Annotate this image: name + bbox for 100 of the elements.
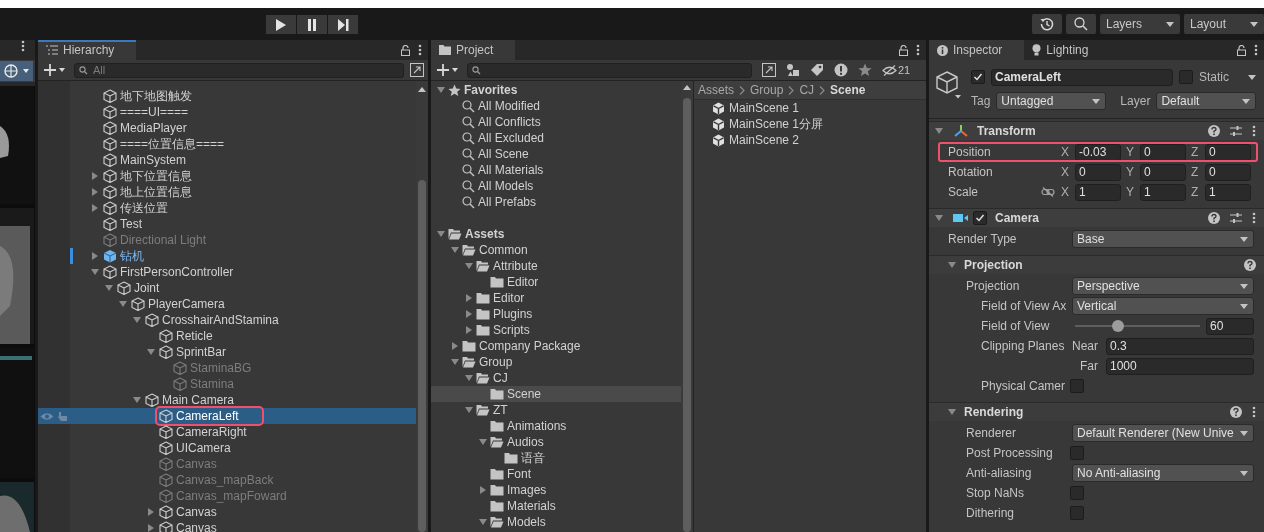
hidden-count-toggle[interactable]: 21 (882, 64, 911, 76)
pause-button[interactable] (297, 15, 327, 34)
scroll-up-icon[interactable] (418, 87, 426, 92)
hierarchy-item[interactable]: 地下位置信息 (120, 167, 192, 185)
shapes-icon[interactable] (786, 63, 800, 77)
selected-row[interactable]: CameraLeft (38, 408, 416, 424)
hierarchy-item[interactable]: 地下地图触发 (120, 87, 192, 105)
saved-search[interactable]: All Conflicts (478, 115, 541, 129)
triangle-right-icon[interactable] (147, 524, 155, 532)
dropdown[interactable]: No Anti-aliasing (1072, 464, 1254, 482)
triangle-right-icon[interactable] (91, 172, 99, 180)
triangle-down-icon[interactable] (91, 268, 99, 276)
folder-item[interactable]: Attribute (493, 259, 538, 273)
triangle-right-icon[interactable] (465, 326, 473, 334)
file-item[interactable]: MainScene 1 (729, 101, 800, 115)
add-button[interactable] (44, 64, 68, 76)
folder-item[interactable]: Materials (507, 499, 556, 513)
saved-search[interactable]: All Scene (478, 147, 529, 161)
folder-item[interactable]: Favorites (464, 83, 518, 97)
star-icon[interactable] (858, 63, 872, 77)
folder-item[interactable]: Group (479, 355, 513, 369)
help-icon[interactable] (1230, 406, 1242, 418)
breadcrumb-link[interactable]: CJ (799, 83, 815, 97)
step-button[interactable] (328, 15, 358, 34)
lock-icon[interactable] (401, 44, 410, 56)
add-button[interactable] (437, 64, 461, 76)
hierarchy-item[interactable]: Canvas (176, 505, 217, 519)
triangle-down-icon[interactable] (479, 438, 487, 446)
folder-item[interactable]: ZT (493, 403, 508, 417)
breadcrumb-link[interactable]: Group (750, 83, 784, 97)
history-button[interactable] (1032, 14, 1062, 34)
triangle-down-icon[interactable] (451, 358, 459, 366)
number-field[interactable]: 0 (1205, 143, 1251, 161)
triangle-right-icon[interactable] (465, 294, 473, 302)
file-item[interactable]: MainScene 1分屏 (729, 115, 824, 133)
checkbox[interactable] (1070, 506, 1084, 520)
menu-icon[interactable] (21, 40, 25, 52)
menu-icon[interactable] (1252, 125, 1256, 137)
dropdown[interactable]: Untagged (996, 92, 1107, 110)
name-field[interactable]: CameraLeft (991, 68, 1173, 86)
lock-icon[interactable] (899, 44, 908, 56)
number-field[interactable]: -0.03 (1075, 143, 1121, 161)
hierarchy-item[interactable]: Reticle (176, 329, 213, 343)
sliders-icon[interactable] (1230, 212, 1242, 224)
lighting-tab[interactable]: Lighting (1024, 40, 1111, 60)
number-field[interactable]: 1 (1140, 183, 1186, 201)
hierarchy-item[interactable]: Test (120, 217, 142, 231)
number-field[interactable]: 60 (1206, 317, 1254, 335)
folder-item[interactable]: Editor (493, 291, 525, 305)
triangle-down-icon[interactable] (465, 374, 473, 382)
play-button[interactable] (266, 15, 296, 34)
triangle-right-icon[interactable] (91, 204, 99, 212)
hierarchy-item[interactable]: UICamera (176, 441, 231, 455)
dropdown[interactable]: Base (1072, 230, 1254, 248)
triangle-down-icon[interactable] (465, 262, 473, 270)
project-tab[interactable]: Project (431, 40, 516, 60)
slider-thumb[interactable] (1111, 320, 1124, 332)
triangle-down-icon[interactable] (935, 214, 943, 222)
checkbox[interactable] (1070, 486, 1084, 500)
triangle-down-icon[interactable] (948, 261, 956, 269)
inspector-tab[interactable]: Inspector (929, 40, 1025, 60)
menu-icon[interactable] (1254, 44, 1258, 56)
menu-icon[interactable] (1252, 406, 1256, 418)
hierarchy-item[interactable]: CameraLeft (176, 409, 239, 423)
number-field[interactable]: 1000 (1106, 357, 1254, 375)
breadcrumb-link[interactable]: Assets (698, 83, 734, 97)
checkbox[interactable] (1179, 70, 1193, 84)
scroll-up-icon[interactable] (683, 85, 691, 90)
saved-search[interactable]: All Excluded (478, 131, 545, 145)
folder-item[interactable]: 语音 (521, 449, 545, 467)
hierarchy-item[interactable]: Joint (134, 281, 160, 295)
hierarchy-item[interactable]: MediaPlayer (120, 121, 187, 135)
dropdown[interactable]: Vertical (1072, 297, 1254, 315)
hierarchy-item[interactable]: FirstPersonController (120, 265, 234, 279)
selected-row[interactable]: Scene (431, 386, 681, 402)
eye-icon[interactable] (40, 411, 54, 421)
number-field[interactable]: 0 (1140, 163, 1186, 181)
expand-icon[interactable] (410, 63, 424, 77)
triangle-down-icon[interactable] (147, 348, 155, 356)
hierarchy-item[interactable]: 地上位置信息 (120, 183, 192, 201)
number-field[interactable]: 0 (1205, 163, 1251, 181)
file-item[interactable]: MainScene 2 (729, 133, 800, 147)
tag-icon[interactable] (810, 63, 824, 77)
triangle-right-icon[interactable] (465, 310, 473, 318)
scrollbar-thumb[interactable] (418, 180, 426, 532)
section-header[interactable]: Camera (929, 208, 1264, 227)
hierarchy-item[interactable]: PlayerCamera (148, 297, 225, 311)
dropdown[interactable]: Layers (1100, 14, 1180, 34)
hierarchy-tab[interactable]: Hierarchy (38, 40, 137, 60)
section-header[interactable]: Projection (929, 255, 1264, 274)
saved-search[interactable]: All Models (478, 179, 534, 193)
number-field[interactable]: 1 (1205, 183, 1251, 201)
cube-icon[interactable] (935, 70, 963, 100)
hierarchy-item[interactable]: Canvas (176, 521, 217, 532)
triangle-down-icon[interactable] (451, 246, 459, 254)
triangle-down-icon[interactable] (133, 316, 141, 324)
triangle-right-icon[interactable] (91, 188, 99, 196)
menu-icon[interactable] (418, 44, 422, 56)
hierarchy-item[interactable]: ====UI==== (120, 105, 189, 119)
folder-item[interactable]: Models (507, 515, 546, 529)
